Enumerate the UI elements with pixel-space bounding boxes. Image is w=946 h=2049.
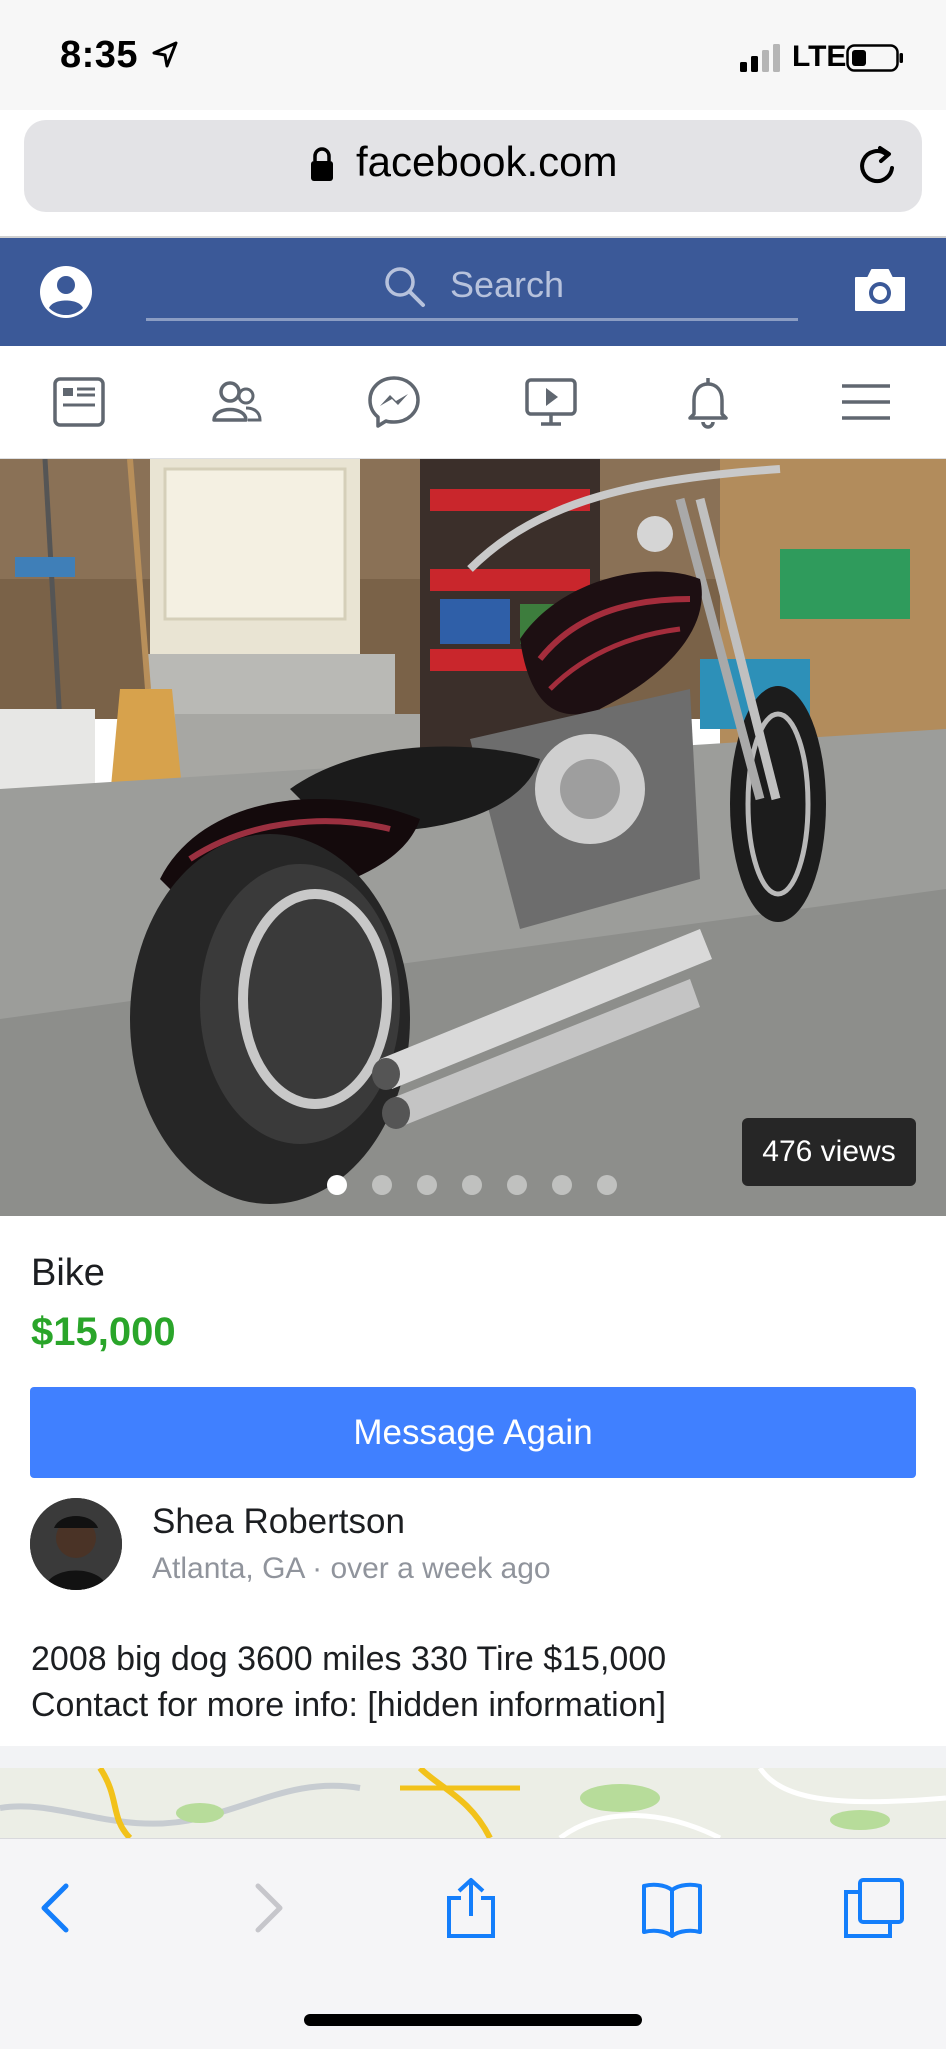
listing-description: 2008 big dog 3600 miles 330 Tire $15,000… [31,1636,666,1728]
location-map[interactable] [0,1768,946,1838]
nav-bar [0,346,946,460]
pagination-dot[interactable] [552,1175,572,1195]
signal-strength-icon [740,44,780,72]
bookmarks-icon[interactable] [640,1876,704,1940]
seller-location: Atlanta, GA [152,1552,304,1585]
section-divider [0,1746,946,1768]
reload-icon[interactable] [856,144,900,188]
posted-time: over a week ago [330,1552,551,1585]
watch-icon[interactable] [523,374,579,430]
back-icon[interactable] [26,1876,90,1940]
share-icon[interactable] [439,1876,503,1940]
search-icon [385,267,425,307]
pagination-dot[interactable] [462,1175,482,1195]
forward-icon[interactable] [234,1876,298,1940]
messenger-icon[interactable] [366,374,422,430]
pagination-dot[interactable] [597,1175,617,1195]
pagination-dot[interactable] [372,1175,392,1195]
network-type: LTE [792,40,847,73]
photo-pagination[interactable] [0,1174,946,1196]
avatar[interactable] [30,1498,122,1590]
menu-icon[interactable] [838,374,894,430]
listing-photo[interactable] [0,459,946,1216]
listing-price: $15,000 [31,1310,176,1354]
listing-title: Bike [31,1252,105,1294]
description-line: 2008 big dog 3600 miles 330 Tire $15,000 [31,1640,667,1678]
notifications-icon[interactable] [680,374,736,430]
home-indicator [304,2014,642,2026]
meta-separator: · [303,1552,331,1585]
profile-icon[interactable] [38,264,94,320]
status-time: 8:35 [60,34,139,76]
pagination-dot[interactable] [417,1175,437,1195]
search-input[interactable]: Search [450,264,564,306]
seller-name[interactable]: Shea Robertson [152,1502,405,1542]
news-feed-icon[interactable] [51,374,107,430]
pagination-dot[interactable] [507,1175,527,1195]
lock-icon [311,147,333,181]
pagination-dot-active[interactable] [327,1175,347,1195]
message-again-button[interactable]: Message Again [30,1387,916,1478]
seller-meta: Atlanta, GA · over a week ago [152,1552,551,1586]
camera-icon[interactable] [852,266,908,314]
url-text[interactable]: facebook.com [356,138,617,186]
description-line: Contact for more info: [hidden informati… [31,1686,666,1724]
tabs-icon[interactable] [842,1876,906,1940]
friends-icon[interactable] [208,374,264,430]
search-field[interactable] [146,318,798,321]
location-arrow-icon [152,41,178,68]
battery-icon [846,44,903,72]
